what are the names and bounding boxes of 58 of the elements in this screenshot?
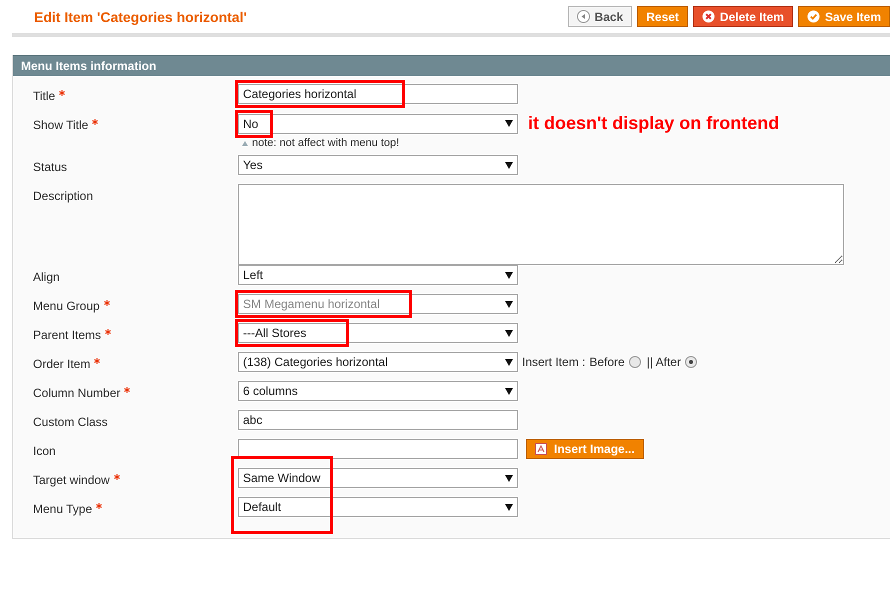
check-icon <box>806 10 820 23</box>
caret-icon <box>505 474 513 482</box>
radio-label: || After <box>646 355 681 369</box>
select-field[interactable]: Left <box>238 265 518 285</box>
description-field[interactable] <box>238 184 844 265</box>
radio-button[interactable] <box>684 356 697 368</box>
back-icon <box>576 10 590 23</box>
caret-icon <box>505 388 513 394</box>
field-label: Parent Items <box>33 323 238 342</box>
required-icon <box>92 119 98 125</box>
required-icon <box>105 329 112 335</box>
caret-icon <box>505 300 513 308</box>
select-field[interactable]: No <box>238 114 518 134</box>
select-field[interactable]: (138) Categories horizontal <box>238 352 518 372</box>
note-text: note: not affect with menu top! <box>252 137 400 149</box>
image-icon <box>535 443 547 455</box>
caret-icon <box>505 330 513 336</box>
section-header: Menu Items information <box>13 55 890 76</box>
field-label: Title <box>33 84 238 103</box>
field-label: Target window <box>33 468 238 487</box>
annotation-text: it doesn't display on frontend <box>528 113 780 134</box>
text-field[interactable]: Categories horizontal <box>238 84 518 104</box>
note-icon <box>242 140 248 146</box>
field-label: Order Item <box>33 352 238 371</box>
field-label: Description <box>33 188 94 203</box>
field-label: Status <box>33 159 68 174</box>
field-label: Menu Group <box>33 294 238 313</box>
required-icon <box>124 387 130 393</box>
select-field[interactable]: Default <box>238 497 518 517</box>
field-label: Align <box>33 269 61 284</box>
insert-label: Insert Item : <box>522 355 586 369</box>
required-icon <box>94 358 100 364</box>
required-icon <box>104 300 110 306</box>
caret-icon <box>505 272 513 278</box>
caret-icon <box>505 358 513 366</box>
required-icon <box>96 503 102 509</box>
text-field[interactable]: abc <box>238 410 518 430</box>
caret-icon <box>505 162 513 168</box>
caret-icon <box>505 504 513 510</box>
select-field[interactable]: Same Window <box>238 468 518 488</box>
back-button[interactable]: Back <box>568 6 632 27</box>
radio-label: Before <box>589 355 625 369</box>
field-label: Column Number <box>33 381 238 400</box>
field-label: Menu Type <box>33 497 238 516</box>
radio-button[interactable] <box>628 356 641 368</box>
field-label: Icon <box>33 443 57 458</box>
delete-button[interactable]: Delete Item <box>692 6 793 27</box>
field-label: Custom Class <box>33 414 109 429</box>
page-title: Edit Item 'Categories horizontal' <box>34 8 247 24</box>
select-field[interactable]: 6 columns <box>238 381 518 401</box>
field-label: Show Title <box>33 113 238 132</box>
caret-icon <box>505 120 513 127</box>
text-field[interactable] <box>238 439 518 459</box>
select-field[interactable]: Yes <box>238 155 518 175</box>
required-icon <box>114 474 120 480</box>
required-icon <box>59 90 66 96</box>
select-field[interactable]: ---All Stores <box>238 323 518 343</box>
close-icon <box>702 10 715 23</box>
